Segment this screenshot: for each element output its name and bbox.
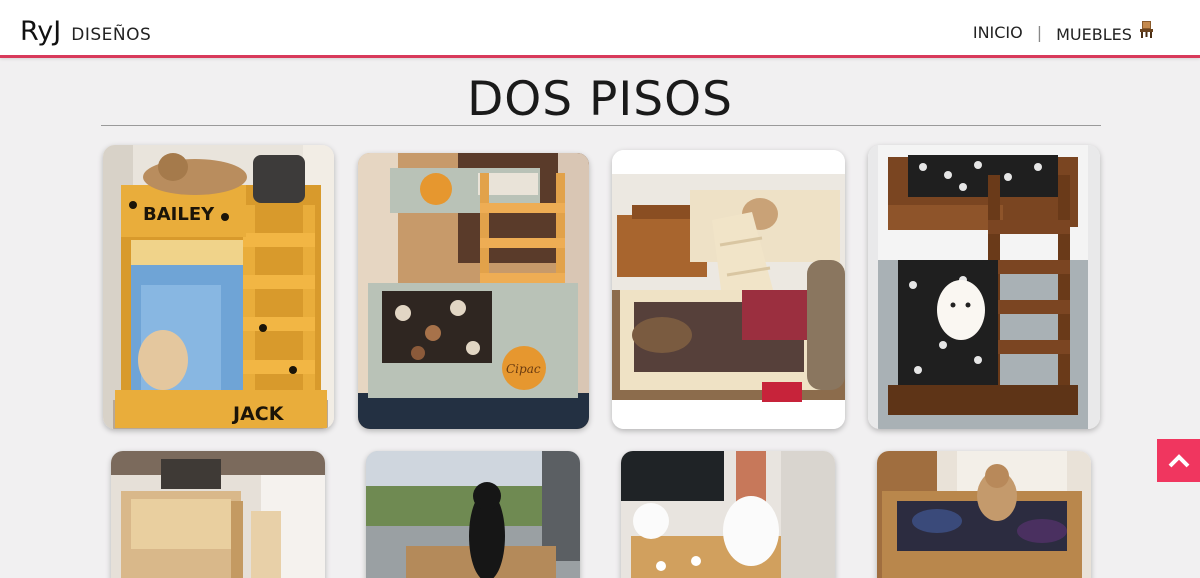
photo-ramp-bunk (612, 150, 845, 429)
photo-dark-wood-bunk (868, 145, 1100, 429)
photo-bailey-jack-bunk: BAILEY JACK (103, 145, 334, 429)
svg-text:BAILEY: BAILEY (143, 204, 215, 225)
gallery-card-1[interactable]: BAILEY JACK (103, 145, 334, 429)
gallery-card-6[interactable] (366, 451, 580, 578)
photo-gray-bunk: Cipac (358, 153, 589, 429)
gallery-card-3[interactable] (612, 150, 845, 429)
gallery-card-2[interactable]: Cipac (358, 153, 589, 429)
photo-small-dog-bed (877, 451, 1091, 578)
photo-white-dogs (621, 451, 835, 578)
photo-black-dog-window (366, 451, 580, 578)
gallery-card-5[interactable] (111, 451, 325, 578)
scroll-to-top-button[interactable] (1157, 439, 1200, 482)
gallery-card-7[interactable] (621, 451, 835, 578)
photo-light-wood-bunk (111, 451, 325, 578)
svg-text:Cipac: Cipac (506, 362, 541, 376)
gallery-card-4[interactable] (868, 145, 1100, 429)
chevron-up-icon (1168, 453, 1189, 467)
svg-text:JACK: JACK (231, 403, 285, 425)
gallery-card-8[interactable] (877, 451, 1091, 578)
photo-gallery: BAILEY JACK Cipac (0, 0, 1200, 578)
